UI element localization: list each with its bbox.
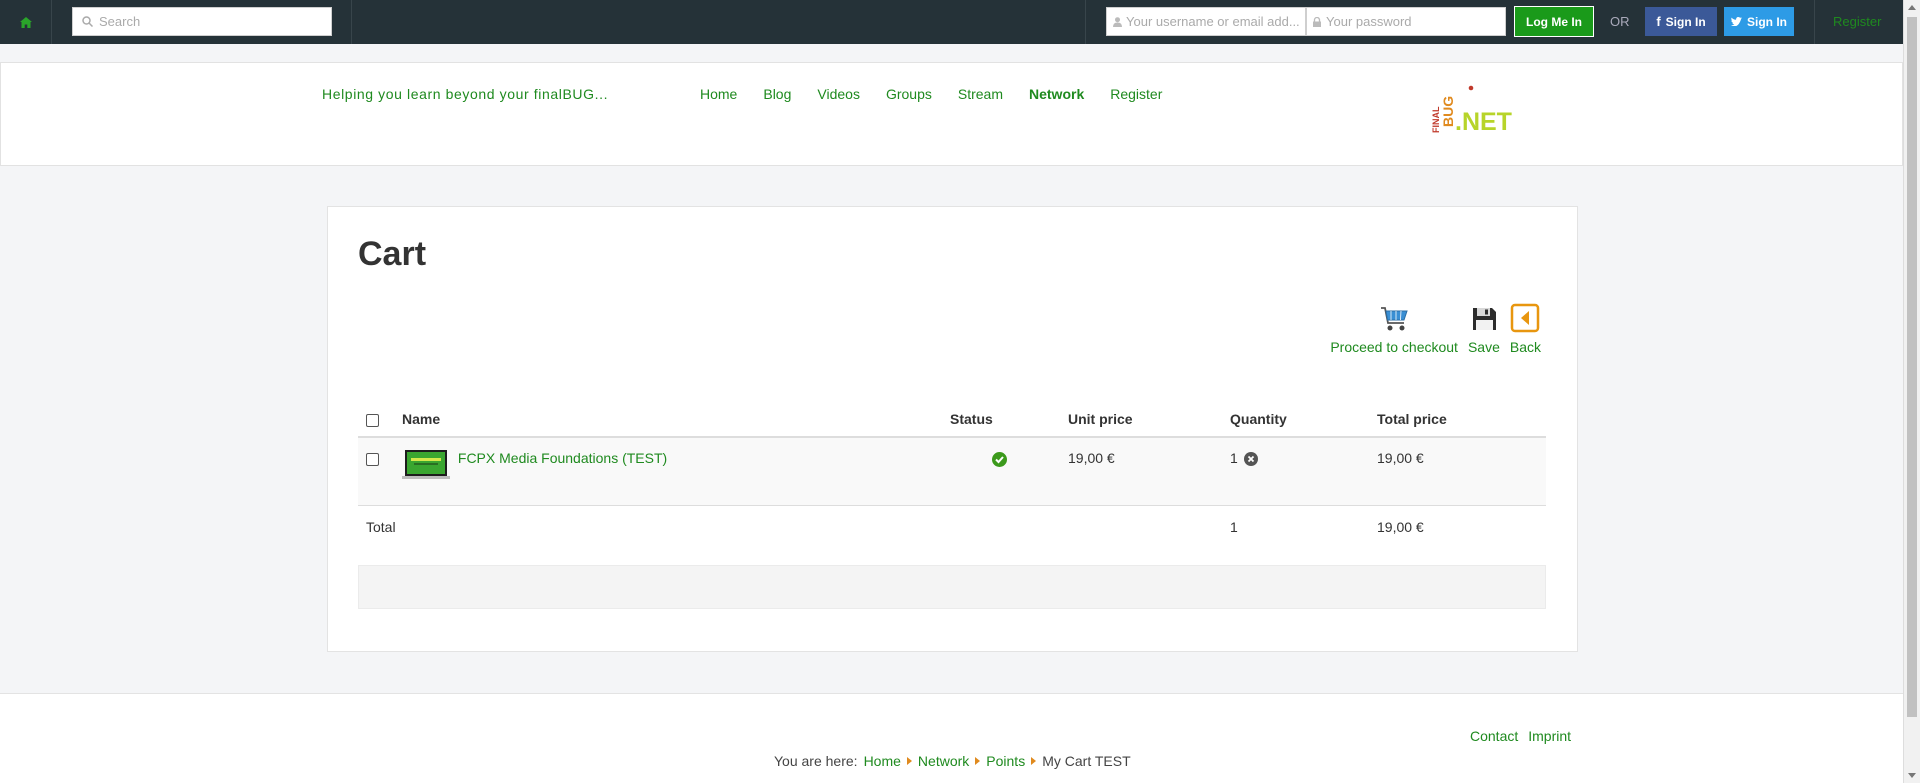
cart-table: Name Status Unit price Quantity Total pr…	[358, 402, 1546, 547]
remove-item-icon[interactable]	[1243, 452, 1258, 467]
twitter-icon	[1731, 17, 1742, 26]
row-checkbox[interactable]	[366, 452, 379, 466]
row-select-cell	[358, 437, 394, 506]
imprint-link[interactable]: Imprint	[1528, 728, 1571, 744]
check-icon	[992, 451, 1007, 467]
cart-icon	[1381, 307, 1408, 331]
facebook-signin-button[interactable]: f Sign In	[1645, 7, 1717, 36]
search-area: Search	[52, 0, 352, 44]
nav-groups[interactable]: Groups	[886, 86, 932, 102]
breadcrumb-current: My Cart TEST	[1042, 753, 1131, 769]
laptop-icon	[402, 450, 450, 479]
cart-actions: Proceed to checkout Save Back	[1330, 303, 1541, 355]
scroll-up-arrow[interactable]	[1908, 5, 1916, 10]
nav-stream[interactable]: Stream	[958, 86, 1003, 102]
username-field[interactable]: Your username or email add...	[1106, 7, 1306, 36]
footer-links: Contact Imprint	[1470, 728, 1571, 744]
divider	[1085, 0, 1086, 44]
user-icon	[1113, 16, 1122, 27]
checkout-label: Proceed to checkout	[1330, 339, 1458, 355]
proceed-to-checkout-button[interactable]: Proceed to checkout	[1330, 305, 1458, 355]
back-button[interactable]: Back	[1510, 303, 1541, 355]
logo-bug-text: BUG	[1440, 96, 1456, 127]
breadcrumb-arrow-icon	[1031, 757, 1037, 765]
password-placeholder: Your password	[1326, 14, 1412, 29]
site-footer: Contact Imprint You are here: Home Netwo…	[0, 693, 1903, 783]
item-quantity-cell: 1	[1222, 437, 1369, 506]
total-unit-cell	[1060, 505, 1222, 547]
product-thumbnail[interactable]	[402, 448, 450, 482]
main-nav: Home Blog Videos Groups Stream Network R…	[700, 86, 1188, 102]
breadcrumb-home[interactable]: Home	[864, 753, 901, 769]
save-label: Save	[1467, 339, 1500, 355]
logo-graphic: FINAL BUG .NET	[1431, 85, 1512, 136]
scroll-thumb[interactable]	[1907, 17, 1917, 717]
total-quantity: 1	[1230, 518, 1238, 535]
lock-icon	[1313, 16, 1321, 27]
nav-network[interactable]: Network	[1029, 86, 1084, 102]
nav-home[interactable]: Home	[700, 86, 737, 102]
twitter-signin-label: Sign In	[1747, 14, 1787, 29]
cart-panel: Cart Proceed to checkout Save Back Name …	[327, 206, 1578, 652]
select-all-checkbox[interactable]	[366, 413, 379, 427]
password-field[interactable]: Your password	[1306, 7, 1506, 36]
col-status: Status	[942, 402, 1060, 438]
total-status-cell	[942, 505, 1060, 547]
login-button[interactable]: Log Me In	[1514, 6, 1594, 37]
product-link[interactable]: FCPX Media Foundations (TEST)	[458, 450, 667, 466]
facebook-icon: f	[1656, 14, 1661, 29]
col-quantity: Quantity	[1222, 402, 1369, 438]
cart-footer-bar	[358, 565, 1546, 609]
table-header-row: Name Status Unit price Quantity Total pr…	[358, 402, 1546, 438]
breadcrumb: You are here: Home Network Points My Car…	[774, 753, 1131, 769]
nav-register[interactable]: Register	[1110, 86, 1162, 102]
twitter-signin-button[interactable]: Sign In	[1724, 7, 1794, 36]
facebook-signin-label: Sign In	[1665, 14, 1706, 29]
nav-blog[interactable]: Blog	[763, 86, 791, 102]
col-total-price: Total price	[1369, 402, 1546, 438]
or-label: OR	[1610, 14, 1630, 29]
scroll-down-arrow[interactable]	[1908, 773, 1916, 778]
total-row: Total 1 19,00 €	[358, 505, 1546, 547]
breadcrumb-network[interactable]: Network	[918, 753, 969, 769]
breadcrumb-points[interactable]: Points	[986, 753, 1025, 769]
item-unit-price: 19,00 €	[1060, 437, 1222, 506]
username-placeholder: Your username or email add...	[1126, 14, 1300, 29]
search-placeholder: Search	[99, 14, 141, 29]
top-bar: Search Your username or email add... You…	[0, 0, 1903, 44]
home-button[interactable]	[0, 0, 52, 44]
nav-videos[interactable]: Videos	[817, 86, 860, 102]
col-unit-price: Unit price	[1060, 402, 1222, 438]
col-name: Name	[394, 402, 942, 438]
tagline: Helping you learn beyond your finalBUG..…	[322, 86, 609, 102]
site-logo[interactable]: FINAL BUG .NET	[1427, 83, 1537, 143]
item-status-cell	[942, 437, 1060, 506]
search-icon	[82, 16, 93, 27]
table-row: FCPX Media Foundations (TEST) 19,00 € 1 …	[358, 437, 1546, 506]
save-button[interactable]: Save	[1468, 305, 1500, 355]
breadcrumb-arrow-icon	[906, 757, 912, 765]
select-all-cell	[358, 402, 394, 438]
logo-net-text: .NET	[1455, 108, 1512, 136]
scrollbar[interactable]	[1903, 0, 1920, 783]
total-price: 19,00 €	[1377, 518, 1424, 535]
item-total-price: 19,00 €	[1369, 437, 1546, 506]
item-name-cell: FCPX Media Foundations (TEST)	[394, 437, 942, 506]
item-quantity: 1	[1230, 450, 1238, 466]
back-label: Back	[1509, 339, 1541, 355]
search-input[interactable]: Search	[72, 7, 332, 36]
divider	[1814, 0, 1815, 44]
back-arrow-icon	[1511, 303, 1540, 333]
logo-dot	[1468, 85, 1474, 91]
total-label: Total	[366, 518, 396, 535]
floppy-disk-icon	[1472, 308, 1496, 330]
contact-link[interactable]: Contact	[1470, 728, 1518, 744]
page-title: Cart	[358, 235, 427, 273]
breadcrumb-arrow-icon	[975, 757, 981, 765]
site-header: Helping you learn beyond your finalBUG..…	[0, 62, 1903, 166]
breadcrumb-prefix: You are here:	[774, 753, 858, 769]
home-icon	[19, 16, 32, 28]
topbar-register-link[interactable]: Register	[1833, 14, 1881, 29]
